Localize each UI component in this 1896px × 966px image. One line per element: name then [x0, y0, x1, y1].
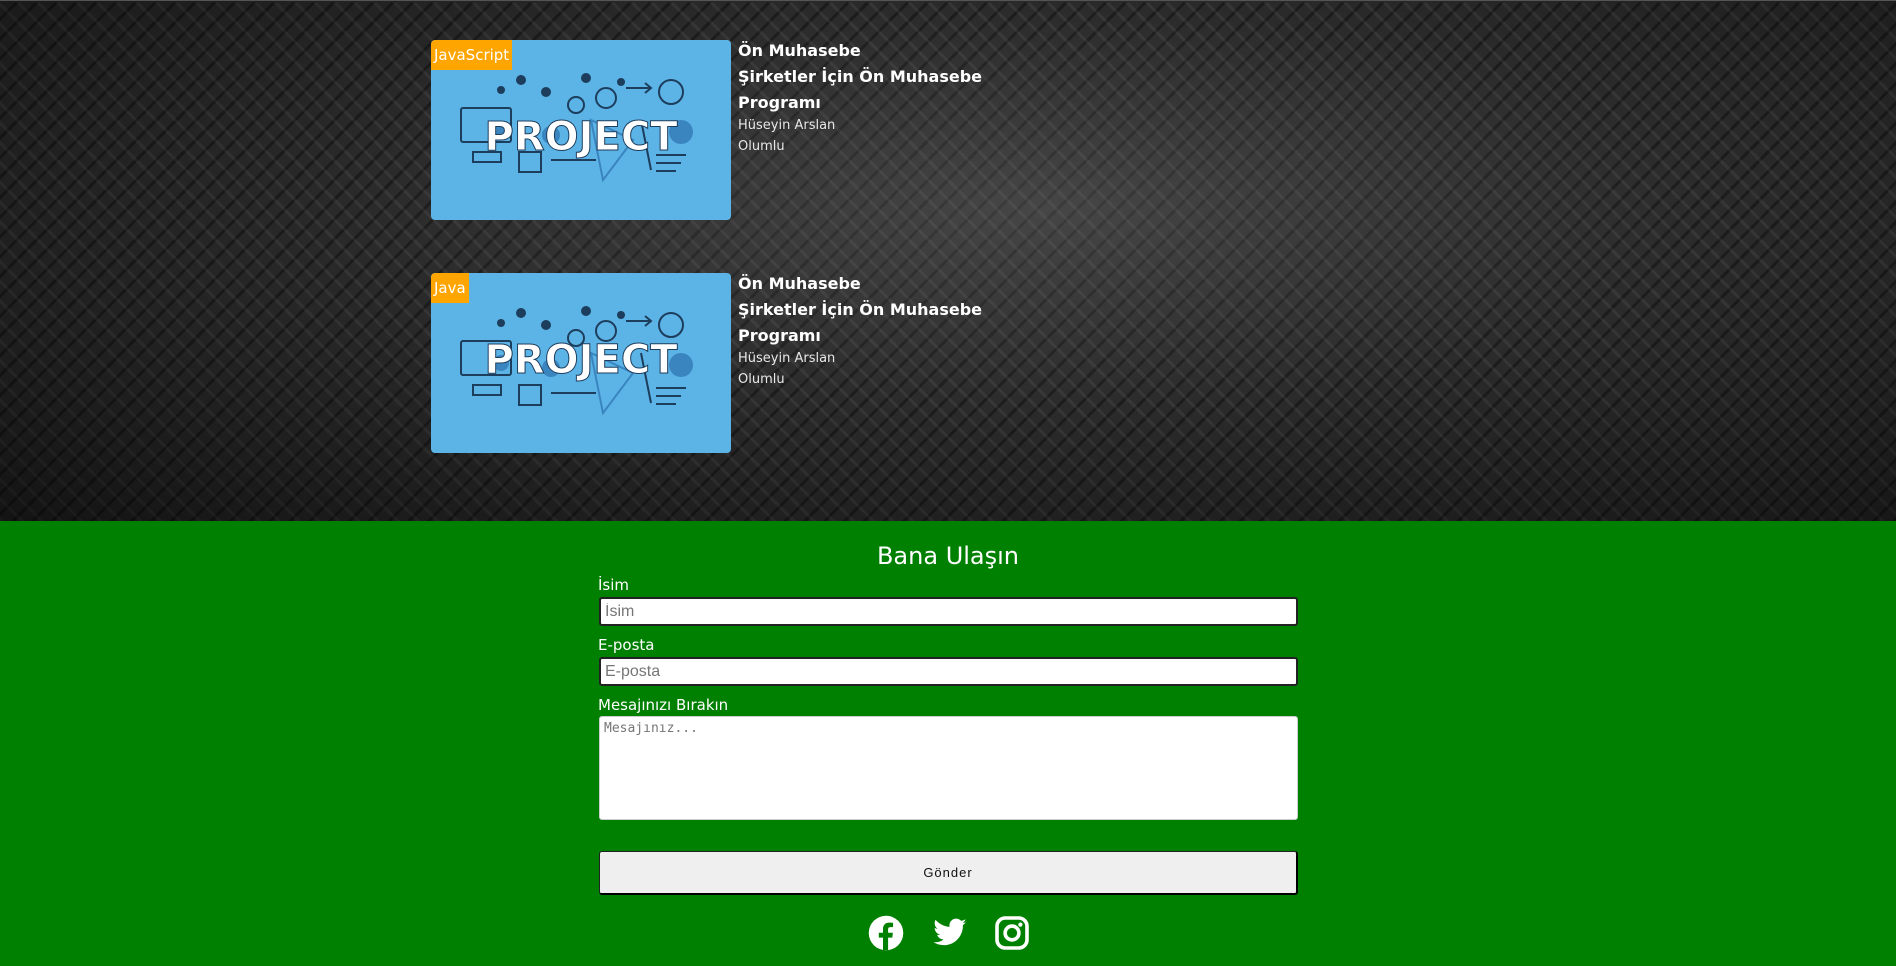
project-illustration: PROJECT [460, 306, 693, 416]
project-category: Ön Muhasebe [738, 274, 861, 293]
project-thumbnail[interactable]: PROJECT JavaScript [431, 40, 731, 220]
project-title[interactable]: Şirketler İçin Ön Muhasebe Programı [738, 64, 1031, 116]
name-label: İsim [598, 576, 630, 594]
project-author: Hüseyin Arslan [738, 118, 836, 133]
project-info: Ön Muhasebe Şirketler İçin Ön Muhasebe P… [738, 40, 1031, 158]
project-status: Olumlu [738, 139, 785, 154]
project-category: Ön Muhasebe [738, 41, 861, 60]
project-thumbnail[interactable]: PROJECT Java [431, 273, 731, 453]
email-label: E-posta [598, 636, 655, 654]
name-input[interactable] [599, 597, 1298, 626]
language-badge: Java [431, 273, 469, 303]
project-author: Hüseyin Arslan [738, 351, 836, 366]
message-label: Mesajınızı Bırakın [598, 696, 729, 714]
message-textarea[interactable] [599, 716, 1298, 820]
instagram-icon[interactable] [994, 915, 1030, 951]
contact-heading: Bana Ulaşın [876, 542, 1020, 570]
facebook-icon[interactable] [868, 915, 904, 951]
project-card[interactable]: PROJECT JavaScript Ön Muhasebe Şirketler… [431, 40, 1031, 220]
twitter-icon[interactable] [932, 915, 968, 951]
project-status: Olumlu [738, 372, 785, 387]
projects-section: PROJECT JavaScript Ön Muhasebe Şirketler… [0, 0, 1896, 521]
email-input[interactable] [599, 657, 1298, 686]
project-card[interactable]: PROJECT Java Ön Muhasebe Şirketler İçin … [431, 273, 1031, 453]
submit-button[interactable]: Gönder [599, 851, 1298, 895]
project-image-text: PROJECT [485, 337, 679, 383]
language-badge: JavaScript [431, 40, 513, 70]
project-image-text: PROJECT [485, 114, 679, 160]
project-title[interactable]: Şirketler İçin Ön Muhasebe Programı [738, 297, 1031, 349]
project-info: Ön Muhasebe Şirketler İçin Ön Muhasebe P… [738, 273, 1031, 391]
